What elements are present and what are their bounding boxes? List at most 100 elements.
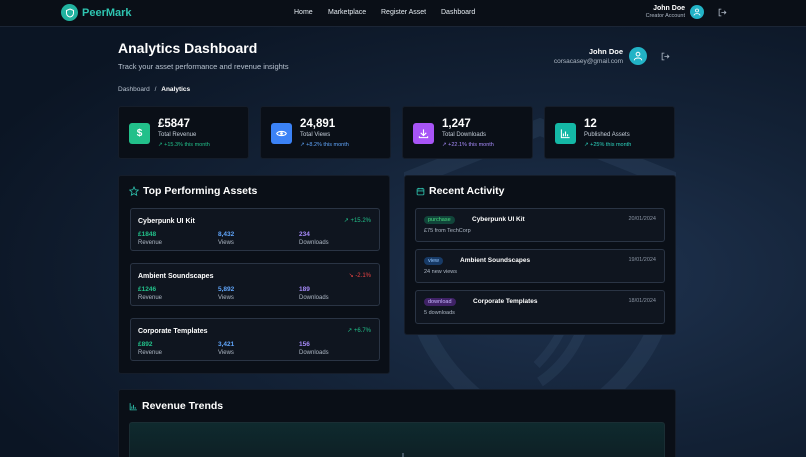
revenue-chart-area[interactable] xyxy=(129,422,665,457)
asset-downloads: 156 xyxy=(299,341,310,348)
pound-icon: $ xyxy=(129,123,150,144)
chart-cursor-icon xyxy=(402,453,404,457)
asset-change: ↗ +6.7% xyxy=(347,328,371,334)
recent-activity-panel: Recent Activity purchase Cyberpunk UI Ki… xyxy=(404,175,676,335)
activity-tag-download: download xyxy=(424,298,456,306)
top-assets-title: Top Performing Assets xyxy=(129,185,257,197)
activity-item[interactable]: view Ambient Soundscapes 19/01/2024 24 n… xyxy=(415,249,665,283)
activity-date: 20/01/2024 xyxy=(628,216,656,222)
asset-change-text: +6.7% xyxy=(353,328,371,334)
revenue-trends-title: Revenue Trends xyxy=(129,400,223,412)
activity-desc: 24 new views xyxy=(424,269,458,275)
breadcrumb-root[interactable]: Dashboard xyxy=(118,86,150,93)
activity-item[interactable]: download Corporate Templates 18/01/2024 … xyxy=(415,290,665,324)
shield-logo-icon xyxy=(61,4,78,21)
stat-value: 24,891 xyxy=(300,118,336,130)
asset-card[interactable]: Cyberpunk UI Kit ↗ +15.2% £1848 Revenue … xyxy=(130,208,380,251)
header-avatar[interactable] xyxy=(629,47,647,65)
asset-views: 8,432 xyxy=(218,231,235,238)
activity-item[interactable]: purchase Cyberpunk UI Kit 20/01/2024 £75… xyxy=(415,208,665,242)
user-icon xyxy=(633,51,643,61)
asset-downloads: 189 xyxy=(299,286,310,293)
stat-change-text: +15.3% this month xyxy=(164,142,210,148)
stat-change-text: +22.1% this month xyxy=(448,142,494,148)
stat-card-views: 24,891 Total Views ↗ +8.2% this month xyxy=(260,106,391,159)
download-icon xyxy=(413,123,434,144)
breadcrumb-current: Analytics xyxy=(161,86,191,93)
nav-marketplace-link[interactable]: Marketplace xyxy=(328,9,366,16)
top-navbar: PeerMark Home Marketplace Register Asset… xyxy=(0,0,806,27)
asset-name: Cyberpunk UI Kit xyxy=(138,218,195,225)
bar-chart-icon xyxy=(129,402,137,410)
breadcrumb: Dashboard / Analytics xyxy=(118,86,190,93)
stat-label: Total Revenue xyxy=(158,132,197,138)
stat-card-published: 12 Published Assets ↗ +25% this month xyxy=(544,106,675,159)
stat-change: ↗ +15.3% this month xyxy=(158,142,210,148)
stat-card-downloads: 1,247 Total Downloads ↗ +22.1% this mont… xyxy=(402,106,533,159)
asset-change: ↗ +15.2% xyxy=(343,218,371,224)
stat-change-text: +8.2% this month xyxy=(306,142,349,148)
asset-change: ↘ -2.1% xyxy=(348,273,371,279)
stat-label: Total Downloads xyxy=(442,132,487,138)
activity-tag-view: view xyxy=(424,257,444,265)
stat-label: Total Views xyxy=(300,132,331,138)
downloads-label: Downloads xyxy=(299,350,329,356)
page-title: Analytics Dashboard xyxy=(118,40,258,56)
breadcrumb-separator: / xyxy=(154,86,157,93)
user-icon xyxy=(693,8,701,16)
asset-revenue: £892 xyxy=(138,341,153,348)
top-assets-panel: Top Performing Assets Cyberpunk UI Kit ↗… xyxy=(118,175,390,374)
nav-user-info: John Doe Creator Account xyxy=(646,5,685,19)
asset-change-text: -2.1% xyxy=(355,273,371,279)
asset-views: 3,421 xyxy=(218,341,235,348)
asset-name: Corporate Templates xyxy=(138,328,208,335)
activity-desc: £75 from TechCorp xyxy=(424,228,471,234)
activity-title: Ambient Soundscapes xyxy=(460,257,531,264)
nav-dashboard-link[interactable]: Dashboard xyxy=(441,9,475,16)
asset-name: Ambient Soundscapes xyxy=(138,273,214,280)
recent-activity-title: Recent Activity xyxy=(416,185,504,197)
panel-title-text: Revenue Trends xyxy=(142,400,224,412)
asset-card[interactable]: Corporate Templates ↗ +6.7% £892 Revenue… xyxy=(130,318,380,361)
stat-change: ↗ +25% this month xyxy=(584,142,632,148)
stat-value: £5847 xyxy=(158,118,190,130)
asset-views: 5,892 xyxy=(218,286,235,293)
views-label: Views xyxy=(218,240,234,246)
bar-chart-icon xyxy=(555,123,576,144)
stat-change-text: +25% this month xyxy=(590,142,632,148)
nav-avatar[interactable] xyxy=(690,5,704,19)
revenue-trends-panel: Revenue Trends xyxy=(118,389,676,457)
views-label: Views xyxy=(218,295,234,301)
asset-revenue: £1848 xyxy=(138,231,157,238)
activity-date: 19/01/2024 xyxy=(628,257,656,263)
downloads-label: Downloads xyxy=(299,295,329,301)
revenue-label: Revenue xyxy=(138,350,163,356)
asset-downloads: 234 xyxy=(299,231,310,238)
brand-logo[interactable]: PeerMark xyxy=(61,4,132,21)
downloads-label: Downloads xyxy=(299,240,329,246)
eye-icon xyxy=(271,123,292,144)
nav-register-asset-link[interactable]: Register Asset xyxy=(381,9,426,16)
asset-change-text: +15.2% xyxy=(350,218,371,224)
header-user-name: John Doe xyxy=(588,47,623,56)
nav-user-role: Creator Account xyxy=(645,13,685,19)
logout-icon[interactable] xyxy=(661,52,670,61)
panel-title-text: Recent Activity xyxy=(429,185,505,197)
nav-home-link[interactable]: Home xyxy=(294,9,313,16)
activity-tag-purchase: purchase xyxy=(424,216,455,224)
asset-revenue: £1246 xyxy=(138,286,157,293)
nav-user-name: John Doe xyxy=(653,5,685,12)
star-icon xyxy=(129,186,139,196)
stat-card-revenue: $ £5847 Total Revenue ↗ +15.3% this mont… xyxy=(118,106,249,159)
asset-card[interactable]: Ambient Soundscapes ↘ -2.1% £1246 Revenu… xyxy=(130,263,380,306)
stat-value: 12 xyxy=(584,118,597,130)
brand-name: PeerMark xyxy=(82,6,132,19)
logout-icon[interactable] xyxy=(718,8,727,17)
revenue-label: Revenue xyxy=(138,295,163,301)
panel-title-text: Top Performing Assets xyxy=(143,185,258,197)
activity-title: Corporate Templates xyxy=(473,298,538,305)
stat-change: ↗ +8.2% this month xyxy=(300,142,349,148)
page-subtitle: Track your asset performance and revenue… xyxy=(118,62,289,71)
stat-label: Published Assets xyxy=(584,132,630,138)
header-user-info: John Doe corsacasey@gmail.com xyxy=(554,47,623,65)
